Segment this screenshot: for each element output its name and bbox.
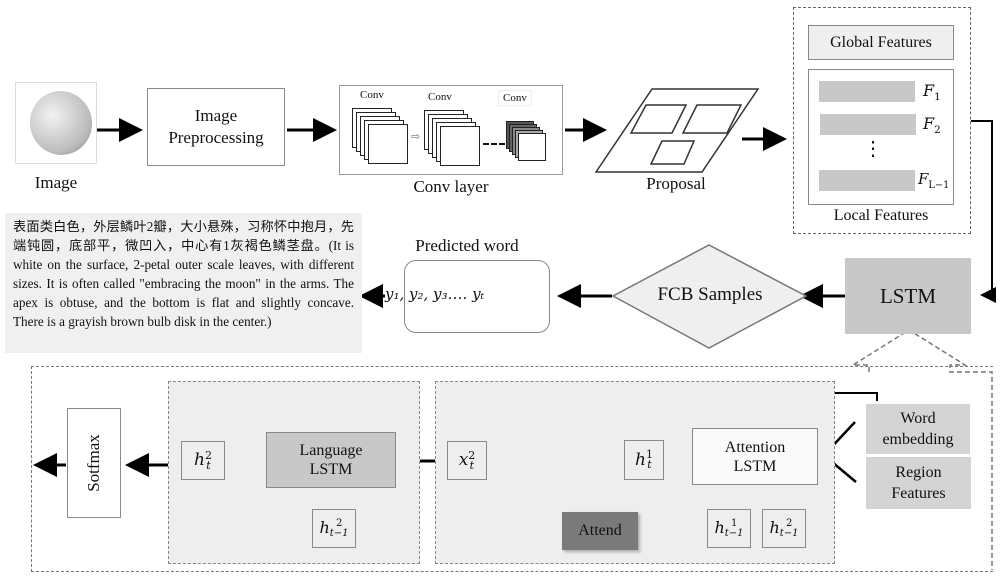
feature-bar-1 [819,81,915,102]
conv-label-3: Conv [498,90,532,106]
features-panel: Global Features F1 F2 ⋮ FL−1 Local Featu… [793,7,971,234]
language-lstm-label-2: LSTM [309,461,353,478]
htm1-1-box: h 1 t−1 [707,509,751,548]
language-lstm-box: Language LSTM [266,432,396,488]
lstm-box: LSTM [845,258,971,334]
feature-label-3: FL−1 [918,170,950,191]
attention-lstm-label-1: Attention [724,438,786,456]
preprocessing-label-line1: Image [194,106,238,125]
conv-label-2: Conv [428,91,452,103]
feature-ellipsis: ⋮ [863,138,883,160]
feature-label-2: F2 [923,114,941,137]
region-features-box: Region Features [866,457,971,509]
feature-bar-3 [819,170,915,191]
arrow-features-to-lstm [971,120,996,303]
htm1-2-box: h 2 t−1 [762,509,806,548]
attention-lstm-label-2: LSTM [733,457,777,475]
predicted-sequence: y₁, y₂, y₃…. yₜ [385,285,485,303]
preprocessing-label-line2: Preprocessing [168,128,264,147]
lstm-label: LSTM [879,283,936,308]
word-embedding-label-1: Word [900,410,936,427]
feature-bar-2 [820,114,916,135]
language-lstm-label-1: Language [299,442,363,459]
attend-label: Attend [578,522,622,539]
input-image [15,82,100,164]
global-features-box: Global Features [808,25,954,60]
seed-image [22,84,100,162]
predicted-word-title: Predicted word [415,236,519,255]
word-embedding-box: Word embedding [866,404,970,454]
feature-label-1: F1 [923,81,941,104]
htm1-2-language-box: h 2 t−1 [312,509,356,548]
conv-layer-label: Conv layer [413,177,489,196]
softmax-label: Sotfmax [84,434,104,492]
proposal-label: Proposal [646,174,706,193]
local-features-label: Local Features [833,207,929,224]
xt2-box: x2t [447,441,487,480]
region-features-label-2: Features [891,485,946,502]
global-features-label: Global Features [830,33,932,51]
softmax-box: Sotfmax [67,408,121,518]
proposal-shape [594,88,760,173]
conv-label-1: Conv [360,89,384,101]
local-features-box: F1 F2 ⋮ FL−1 [808,69,954,205]
ht2-box: h2t [181,441,225,480]
attend-box: Attend [562,512,638,550]
conv-dashes [483,143,505,145]
description-text: 表面类白色，外层鳞叶2瓣，大小悬殊，习称怀中抱月，先端钝圆，底部平，微凹入，中心… [5,213,362,353]
fcb-samples-label: FCB Samples [657,284,763,305]
image-label: Image [34,173,78,192]
preprocessing-box: Image Preprocessing [147,88,285,166]
ht1-box: h1t [624,440,664,480]
attention-lstm-box: Attention LSTM [692,428,818,485]
conv-arrow-1: ⇨ [411,131,421,143]
word-embedding-label-2: embedding [882,431,954,448]
conv-layer-box: Conv Conv Conv ⇨ [339,85,563,175]
region-features-label-1: Region [895,464,942,481]
